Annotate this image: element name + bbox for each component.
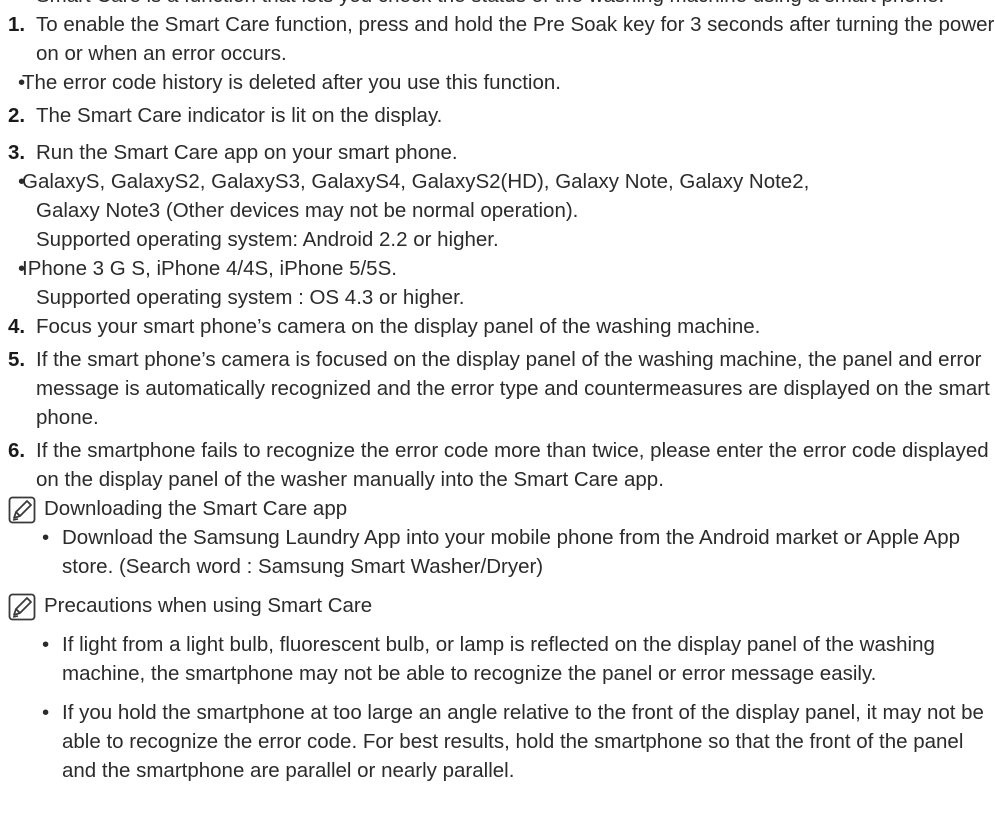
step-text: The Smart Care indicator is lit on the d… — [36, 104, 443, 127]
note-title: Downloading the Smart Care app — [44, 497, 348, 520]
step-number: 2. — [8, 104, 26, 127]
step-4: 4. Focus your smart phone’s camera on th… — [0, 312, 995, 341]
android-os-line: Supported operating system: Android 2.2 … — [0, 225, 995, 254]
cut-off-top-line: Smart Care is a function that lets you c… — [0, 0, 995, 10]
bullet-icon: • — [42, 526, 50, 549]
step-number: 3. — [8, 141, 26, 164]
bullet-text: If light from a light bulb, fluorescent … — [62, 633, 935, 685]
android-devices-text: GalaxyS, GalaxyS2, GalaxyS3, GalaxyS4, G… — [22, 170, 810, 193]
step-number: 5. — [8, 348, 26, 371]
note-download: Downloading the Smart Care app — [0, 494, 995, 524]
ios-devices-bullet: • IPhone 3 G S, iPhone 4/4S, iPhone 5/5S… — [0, 254, 995, 283]
ios-os-line: Supported operating system : OS 4.3 or h… — [0, 283, 995, 312]
step-2: 2. The Smart Care indicator is lit on th… — [0, 101, 995, 130]
step-text: To enable the Smart Care function, press… — [36, 13, 995, 65]
bullet-icon: • — [42, 633, 50, 656]
step-6: 6. If the smartphone fails to recognize … — [0, 436, 995, 494]
android-devices-continued: Galaxy Note3 (Other devices may not be n… — [0, 196, 995, 225]
bullet-icon: • — [42, 701, 50, 724]
ios-os-text: Supported operating system : OS 4.3 or h… — [36, 286, 465, 309]
bullet-text: The error code history is deleted after … — [22, 71, 561, 94]
document-page: Smart Care is a function that lets you c… — [0, 0, 995, 785]
step-1-bullet: • The error code history is deleted afte… — [0, 68, 995, 97]
android-os-text: Supported operating system: Android 2.2 … — [36, 228, 499, 251]
android-devices-bullet: • GalaxyS, GalaxyS2, GalaxyS3, GalaxyS4,… — [0, 167, 995, 196]
bullet-icon: • — [18, 71, 26, 94]
step-text: If the smart phone’s camera is focused o… — [36, 348, 990, 429]
step-number: 6. — [8, 439, 26, 462]
note-download-bullet: • Download the Samsung Laundry App into … — [0, 523, 995, 581]
note-pencil-icon — [8, 496, 36, 524]
step-number: 4. — [8, 315, 26, 338]
note-precautions-bullet-1: • If light from a light bulb, fluorescen… — [0, 630, 995, 688]
bullet-text: If you hold the smartphone at too large … — [62, 701, 984, 782]
note-pencil-icon — [8, 593, 36, 621]
step-5: 5. If the smart phone’s camera is focuse… — [0, 345, 995, 432]
step-text: Run the Smart Care app on your smart pho… — [36, 141, 458, 164]
step-1: 1. To enable the Smart Care function, pr… — [0, 10, 995, 68]
bullet-icon: • — [18, 257, 26, 280]
bullet-icon: • — [18, 170, 26, 193]
ios-devices-text: IPhone 3 G S, iPhone 4/4S, iPhone 5/5S. — [22, 257, 397, 280]
note-precautions-bullet-2: • If you hold the smartphone at too larg… — [0, 698, 995, 785]
android-devices-cont-text: Galaxy Note3 (Other devices may not be n… — [36, 199, 579, 222]
step-text: Focus your smart phone’s camera on the d… — [36, 315, 761, 338]
note-title: Precautions when using Smart Care — [44, 594, 373, 617]
bullet-text: Download the Samsung Laundry App into yo… — [62, 526, 961, 578]
step-number: 1. — [8, 13, 26, 36]
step-text: If the smartphone fails to recognize the… — [36, 439, 989, 491]
step-3: 3. Run the Smart Care app on your smart … — [0, 138, 995, 167]
note-precautions: Precautions when using Smart Care — [0, 591, 995, 621]
